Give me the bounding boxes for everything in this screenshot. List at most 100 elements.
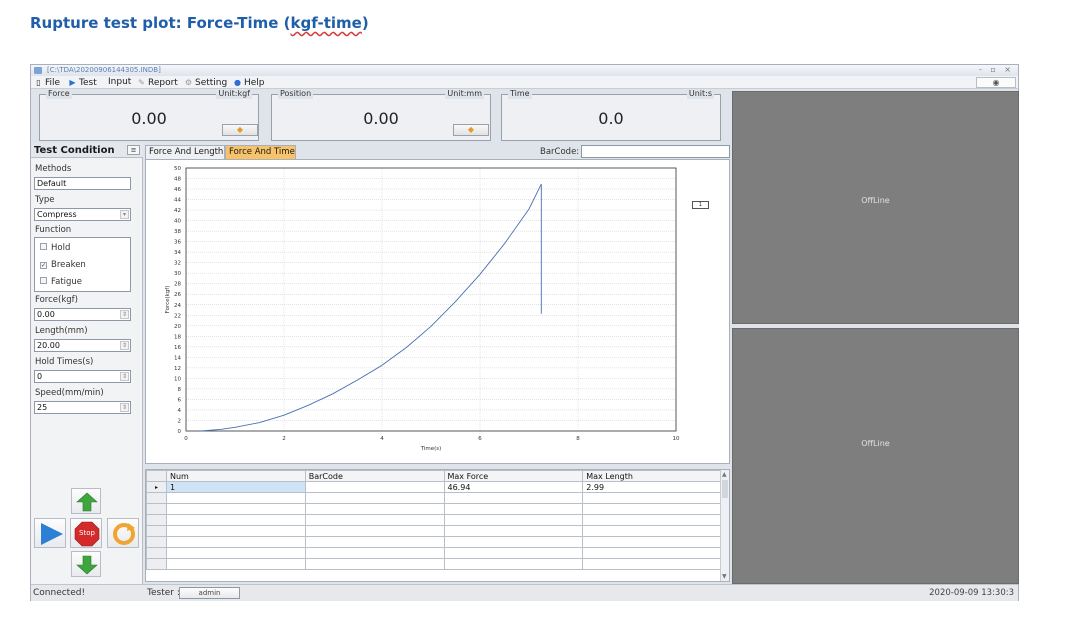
table-scrollbar[interactable]: ▲ ▼ — [720, 470, 729, 581]
table-cell[interactable] — [582, 558, 722, 570]
tester-field[interactable]: admin — [179, 587, 240, 599]
table-cell[interactable]: 2.99 — [582, 481, 722, 493]
table-cell[interactable] — [166, 503, 306, 515]
stop-button[interactable]: Stop — [70, 518, 102, 548]
table-cell[interactable] — [304, 514, 445, 526]
table-cell[interactable] — [443, 547, 584, 559]
table-cell[interactable] — [166, 547, 306, 559]
table-cell[interactable]: 1 — [166, 481, 306, 493]
tab-force-and-length[interactable]: Force And Length — [145, 145, 225, 159]
scroll-down-icon[interactable]: ▼ — [722, 573, 727, 580]
table-row[interactable] — [146, 547, 722, 559]
menu-setting-label: Setting — [195, 78, 228, 88]
row-header-cell[interactable]: ▸ — [146, 481, 167, 493]
row-header-cell[interactable] — [146, 525, 167, 537]
table-cell[interactable] — [582, 514, 722, 526]
table-cell[interactable] — [166, 558, 306, 570]
methods-field[interactable]: Default — [34, 177, 131, 190]
spin-icon[interactable]: ⇕ — [120, 403, 129, 412]
tab-force-and-time[interactable]: Force And Time — [225, 145, 296, 159]
table-cell[interactable] — [166, 525, 306, 537]
fatigue-checkbox[interactable] — [40, 277, 47, 284]
table-row[interactable]: ▸ 1 46.94 2.99 — [146, 481, 722, 493]
x-tick-label: 6 — [478, 436, 482, 442]
window-controls[interactable]: - ▫ × — [979, 65, 1014, 75]
scroll-up-icon[interactable]: ▲ — [722, 471, 727, 478]
reset-button[interactable] — [107, 518, 139, 548]
table-cell[interactable] — [166, 536, 306, 548]
column-header-num[interactable]: Num — [166, 470, 306, 482]
scroll-thumb[interactable] — [722, 480, 728, 498]
speed-field[interactable]: 25 ⇕ — [34, 401, 131, 414]
row-header-cell[interactable] — [146, 558, 167, 570]
table-row[interactable] — [146, 536, 722, 548]
table-cell[interactable]: 46.94 — [443, 481, 584, 493]
table-row[interactable] — [146, 558, 722, 570]
column-header-barcode[interactable]: BarCode — [304, 470, 445, 482]
menu-report[interactable]: ✎ Report — [137, 76, 178, 89]
table-row[interactable] — [146, 514, 722, 526]
function-fatigue[interactable]: Fatigue — [40, 277, 82, 287]
y-tick-label: 0 — [178, 429, 182, 435]
table-cell[interactable] — [582, 525, 722, 537]
start-button[interactable] — [34, 518, 66, 548]
row-header-cell[interactable] — [146, 536, 167, 548]
column-header-max-length[interactable]: Max Length — [582, 470, 722, 482]
menu-test[interactable]: ▶ Test — [68, 76, 96, 89]
force-field[interactable]: 0.00 ⇕ — [34, 308, 131, 321]
barcode-input[interactable] — [581, 145, 730, 158]
move-up-button[interactable] — [71, 488, 101, 514]
row-header-cell[interactable] — [146, 514, 167, 526]
time-readout-value: 0.0 — [598, 109, 624, 128]
table-cell[interactable] — [304, 547, 445, 559]
function-breaken[interactable]: ✓ Breaken — [40, 260, 86, 270]
table-cell[interactable] — [166, 514, 306, 526]
table-cell[interactable] — [443, 492, 584, 504]
y-tick-label: 42 — [174, 208, 181, 214]
position-zero-button[interactable]: ◆ — [453, 124, 489, 136]
table-cell[interactable] — [443, 503, 584, 515]
spin-icon[interactable]: ⇕ — [120, 341, 129, 350]
function-hold[interactable]: Hold — [40, 243, 70, 253]
function-hold-label: Hold — [51, 243, 71, 253]
chart-legend[interactable]: 1 — [692, 201, 709, 209]
menu-setting[interactable]: ⚙ Setting — [184, 76, 227, 89]
hold-checkbox[interactable] — [40, 243, 47, 250]
table-cell[interactable] — [582, 547, 722, 559]
table-cell[interactable] — [443, 536, 584, 548]
spin-icon[interactable]: ⇕ — [120, 310, 129, 319]
table-cell[interactable] — [304, 481, 445, 493]
row-header-cell[interactable] — [146, 492, 167, 504]
table-row[interactable] — [146, 525, 722, 537]
table-cell[interactable] — [304, 536, 445, 548]
table-cell[interactable] — [304, 503, 445, 515]
table-cell[interactable] — [443, 558, 584, 570]
table-cell[interactable] — [443, 514, 584, 526]
table-cell[interactable] — [443, 525, 584, 537]
force-zero-button[interactable]: ◆ — [222, 124, 258, 136]
spin-icon[interactable]: ⇕ — [120, 372, 129, 381]
table-cell[interactable] — [582, 503, 722, 515]
table-cell[interactable] — [304, 558, 445, 570]
hold-times-field[interactable]: 0 ⇕ — [34, 370, 131, 383]
camera-button[interactable]: ◉ — [976, 77, 1016, 88]
table-cell[interactable] — [304, 525, 445, 537]
breaken-checkbox[interactable]: ✓ — [40, 262, 47, 269]
length-field[interactable]: 20.00 ⇕ — [34, 339, 131, 352]
menu-input[interactable]: Input — [108, 76, 131, 89]
menu-help[interactable]: ● Help — [233, 76, 265, 89]
column-header-max-force[interactable]: Max Force — [443, 470, 584, 482]
table-cell[interactable] — [304, 492, 445, 504]
menu-file[interactable]: ▯ File — [34, 76, 60, 89]
row-header-cell[interactable] — [146, 547, 167, 559]
row-header-cell[interactable] — [146, 503, 167, 515]
table-row[interactable] — [146, 492, 722, 504]
move-down-button[interactable] — [71, 551, 101, 577]
table-row[interactable] — [146, 503, 722, 515]
table-cell[interactable] — [582, 492, 722, 504]
table-cell[interactable] — [582, 536, 722, 548]
force-time-chart: 0 2 4 6 8 10 12 14 16 18 20 22 24 26 28 30 32 34 36 38 40 42 4… — [145, 159, 730, 464]
panel-menu-icon[interactable]: ≡ — [127, 145, 140, 155]
type-select[interactable]: Compress ▾ — [34, 208, 131, 221]
table-cell[interactable] — [166, 492, 306, 504]
